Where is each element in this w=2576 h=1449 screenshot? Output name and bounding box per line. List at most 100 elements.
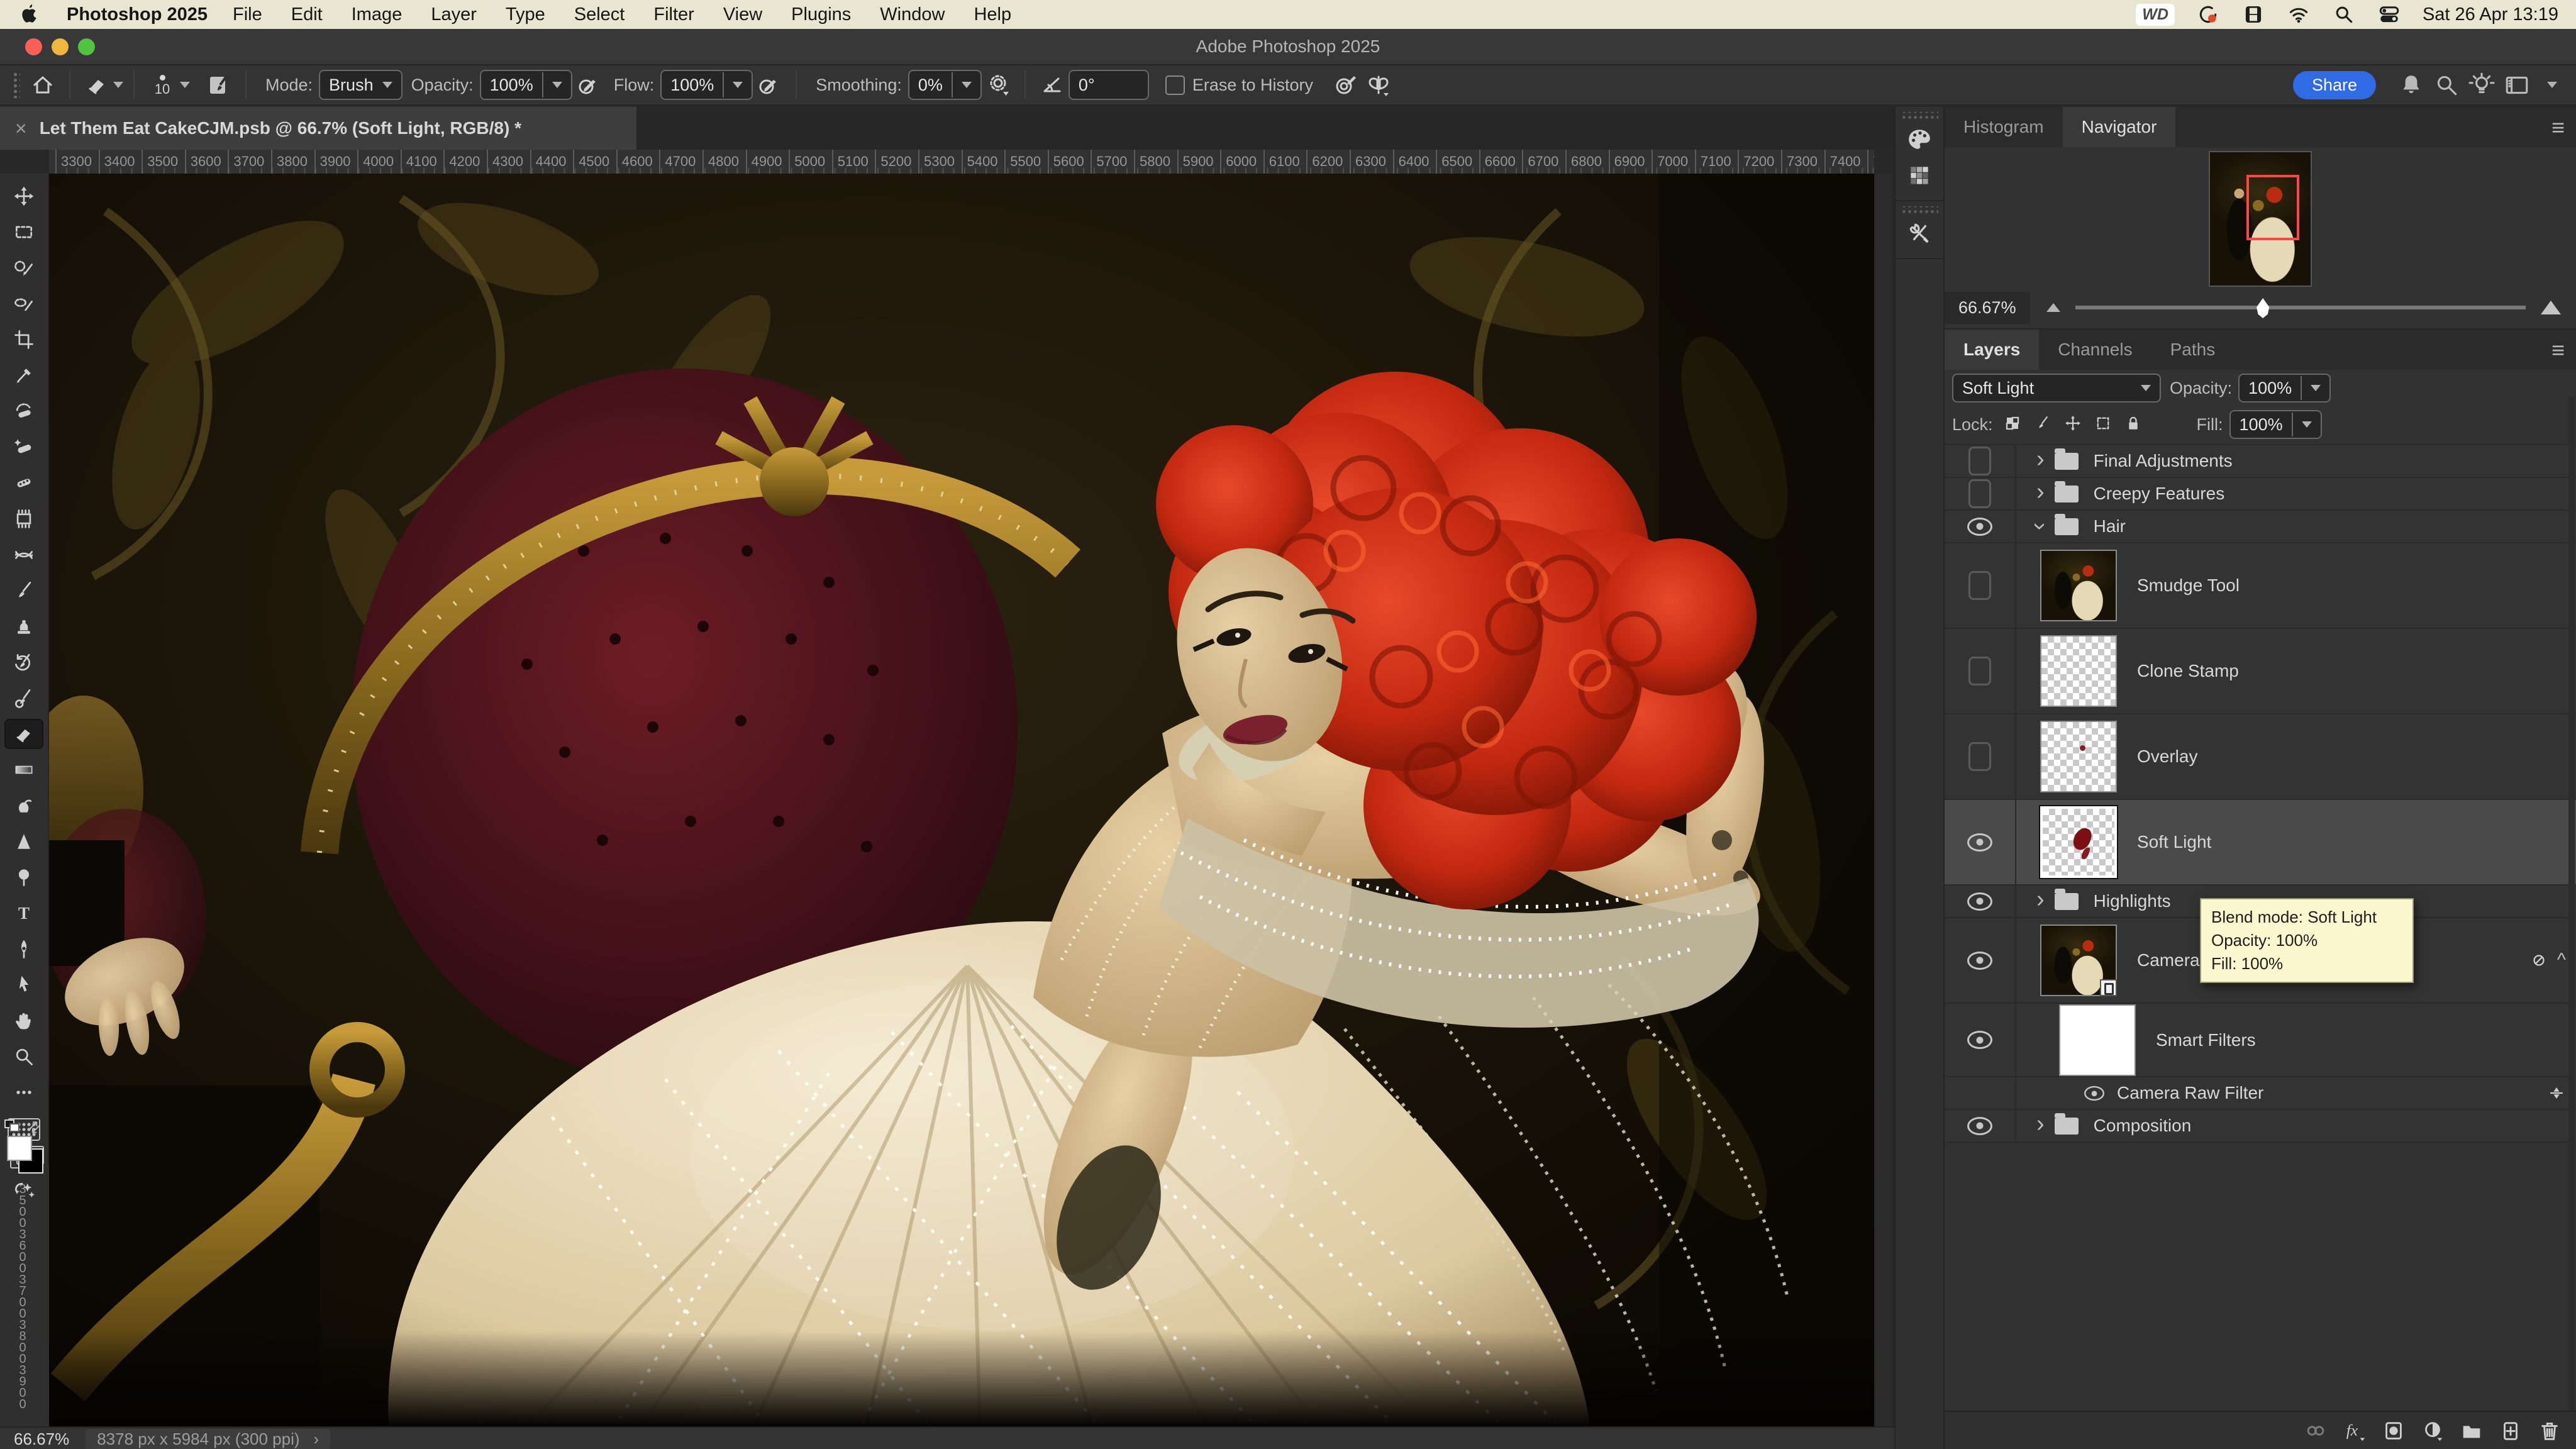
visibility-checkbox[interactable]	[1968, 447, 1991, 475]
smoothing-select[interactable]: 0%	[908, 70, 982, 100]
menu-photoshop[interactable]: Photoshop 2025	[67, 4, 208, 25]
tab-paths[interactable]: Paths	[2151, 330, 2235, 370]
layer-row-overlay[interactable]: Overlay	[1945, 714, 2576, 800]
tab-navigator[interactable]: Navigator	[2063, 107, 2176, 147]
screen-record-icon[interactable]	[2196, 3, 2220, 26]
smart-filter-indicator[interactable]: ^	[2529, 918, 2566, 1002]
pen-tool[interactable]	[6, 935, 42, 963]
frame-tool[interactable]	[6, 505, 42, 533]
group-icon[interactable]	[2458, 1417, 2485, 1445]
navigator-zoom-value[interactable]: 66.67%	[1945, 292, 2030, 324]
lock-transparency-icon[interactable]	[2003, 414, 2024, 435]
eraser-preset-icon[interactable]	[80, 70, 113, 99]
layer-opacity-select[interactable]: 100%	[2238, 374, 2331, 402]
eye-icon[interactable]	[1967, 1117, 1992, 1135]
layer-row-composition[interactable]: ›Composition	[1945, 1110, 2576, 1143]
dock-grip[interactable]	[1901, 206, 1938, 215]
eraser-preset-chevron[interactable]	[113, 82, 123, 88]
wifi-icon[interactable]	[2287, 3, 2311, 26]
control-center-icon[interactable]	[2377, 3, 2401, 26]
fill-select[interactable]: 100%	[2229, 410, 2322, 439]
chevron-icon[interactable]: ›	[2036, 450, 2045, 469]
layer-thumbnail[interactable]	[2040, 550, 2117, 621]
wd-badge[interactable]: WD	[2136, 4, 2175, 26]
vertical-scrollbar[interactable]	[1875, 174, 1892, 1426]
layer-mask-icon[interactable]	[2380, 1417, 2407, 1445]
chevron-icon[interactable]: ›	[2036, 1114, 2045, 1133]
opacity-select[interactable]: 100%	[480, 70, 572, 100]
healing-brush-tool[interactable]	[6, 433, 42, 461]
brush-tool[interactable]	[6, 577, 42, 604]
menu-window[interactable]: Window	[880, 4, 945, 25]
generative-sparkle-icon[interactable]	[6, 1177, 42, 1201]
close-tab-icon[interactable]: ×	[15, 117, 27, 140]
notifications-bell-icon[interactable]	[2394, 70, 2429, 100]
workspace-chevron[interactable]	[2547, 82, 2557, 88]
search-icon[interactable]	[2429, 70, 2464, 100]
eye-icon[interactable]	[2084, 1085, 2104, 1100]
navigator-view-rectangle[interactable]	[2246, 175, 2299, 240]
adjustment-icon[interactable]	[2419, 1417, 2446, 1445]
history-brush-tool[interactable]	[6, 648, 42, 676]
dock-grip[interactable]	[1901, 112, 1938, 121]
layer-row-smudge-tool[interactable]: Smudge Tool	[1945, 543, 2576, 629]
eye-icon[interactable]	[1967, 833, 1992, 852]
canvas[interactable]	[49, 174, 1874, 1426]
film-icon[interactable]	[2241, 3, 2265, 26]
angle-input[interactable]: 0°	[1069, 70, 1149, 100]
status-zoom[interactable]: 66.67%	[14, 1430, 69, 1449]
layer-row-soft-light[interactable]: Soft Light	[1945, 800, 2576, 886]
panel-menu-icon[interactable]: ≡	[2551, 114, 2565, 141]
foreground-color-swatch[interactable]	[7, 1136, 32, 1161]
filter-mask-thumbnail[interactable]	[2059, 1004, 2136, 1076]
zoom-in-icon[interactable]	[2541, 301, 2561, 314]
apple-logo-icon[interactable]	[18, 3, 42, 26]
lock-artboard-icon[interactable]	[2094, 414, 2115, 435]
brush-preset-picker[interactable]: 10	[145, 69, 180, 101]
brush-settings-panel-icon[interactable]	[203, 70, 235, 99]
menu-plugins[interactable]: Plugins	[791, 4, 851, 25]
new-layer-icon[interactable]	[2497, 1417, 2524, 1445]
blend-mode-select[interactable]: Soft Light	[1952, 374, 2161, 402]
crop-tool[interactable]	[6, 326, 42, 353]
path-select-tool[interactable]	[6, 971, 42, 999]
discover-lightbulb-icon[interactable]	[2464, 70, 2499, 100]
color-panel-icon[interactable]	[1896, 121, 1943, 157]
selection-brush-tool[interactable]	[6, 254, 42, 282]
fx-icon[interactable]: fx	[2341, 1417, 2368, 1445]
dodge-tool[interactable]	[6, 863, 42, 891]
pressure-size-icon[interactable]	[753, 70, 786, 99]
content-move-tool[interactable]	[6, 541, 42, 569]
hand-tool[interactable]	[6, 1007, 42, 1035]
tab-histogram[interactable]: Histogram	[1945, 107, 2063, 147]
menu-layer[interactable]: Layer	[431, 4, 477, 25]
erase-to-history-checkbox[interactable]	[1165, 75, 1185, 95]
options-grip[interactable]	[13, 72, 20, 98]
visibility-checkbox[interactable]	[1968, 479, 1991, 508]
layer-thumbnail[interactable]	[2040, 721, 2117, 792]
document-tab[interactable]: × Let Them Eat CakeCJM.psb @ 66.7% (Soft…	[0, 107, 636, 150]
document-size-info[interactable]: 8378 px x 5984 px (300 ppi) ›	[86, 1429, 330, 1449]
mode-select[interactable]: Brush	[319, 70, 402, 100]
chevron-icon[interactable]: ›	[2036, 482, 2045, 501]
menu-select[interactable]: Select	[574, 4, 625, 25]
menu-help[interactable]: Help	[974, 4, 1011, 25]
collapse-smart-filters-icon[interactable]: ^	[2557, 950, 2566, 971]
layer-row-final-adjustments[interactable]: ›Final Adjustments	[1945, 445, 2576, 478]
zoom-out-icon[interactable]	[2046, 303, 2060, 312]
swatches-panel-icon[interactable]	[1896, 157, 1943, 194]
smudge-tool[interactable]	[6, 792, 42, 819]
lock-pixels-icon[interactable]	[2033, 414, 2055, 435]
clone-stamp-tool[interactable]	[6, 613, 42, 640]
search-icon[interactable]	[2332, 3, 2356, 26]
navigator-thumbnail[interactable]	[2209, 151, 2312, 287]
brush-picker-chevron[interactable]	[180, 82, 190, 88]
symmetry-butterfly-icon[interactable]	[1362, 70, 1395, 99]
move-tool[interactable]	[6, 182, 42, 210]
home-icon[interactable]	[26, 70, 59, 99]
panel-scrollbar[interactable]	[2568, 396, 2575, 1449]
eraser-tool[interactable]	[6, 720, 42, 748]
share-button[interactable]: Share	[2293, 71, 2376, 99]
delete-icon[interactable]	[2536, 1417, 2563, 1445]
layer-row-smart-filters[interactable]: Smart Filters	[1945, 1004, 2576, 1077]
